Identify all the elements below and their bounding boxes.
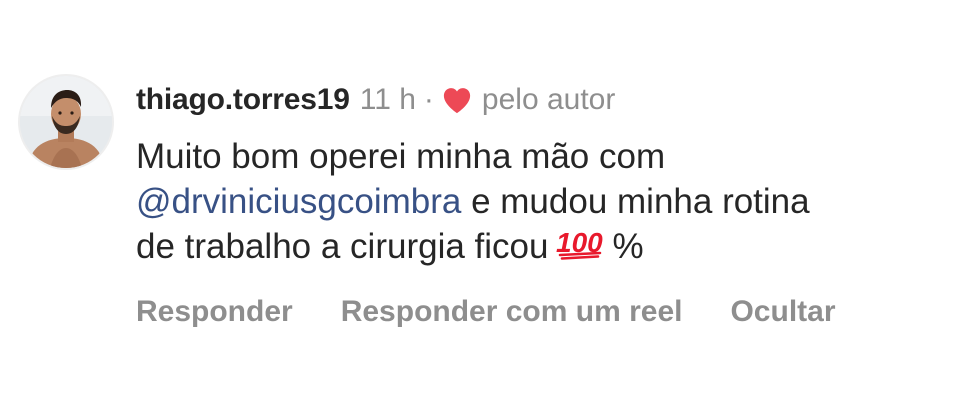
username-link[interactable]: thiago.torres19 [136,83,350,117]
comment-header: thiago.torres19 11 h · pelo autor [136,80,615,120]
liked-by-author-label: pelo autor [481,83,616,116]
comment-line-1: Muito bom operei minha mão com [136,137,666,176]
comment-actions: Responder Responder com um reel Ocultar [136,292,836,332]
hide-button[interactable]: Ocultar [730,295,835,329]
heart-icon [442,86,472,114]
comment-timestamp[interactable]: 11 h [360,83,416,117]
reply-with-reel-button[interactable]: Responder com um reel [341,295,683,329]
avatar-photo-icon [20,76,112,168]
hundred-points-emoji-icon: 100 [556,228,606,260]
avatar[interactable] [20,76,112,168]
mention-link[interactable]: @drviniciusgcoimbra [136,182,461,221]
comment-line-3: de trabalho a cirurgia ficou 100 % [136,224,956,269]
comment-text: Muito bom operei minha mão com @drvinici… [136,134,956,269]
comment-line-3-end: % [612,227,644,266]
comment: thiago.torres19 11 h · pelo autor Muito … [0,0,980,420]
meta-separator: · [423,83,434,116]
comment-line-2-text: e mudou minha rotina [461,182,810,221]
comment-line-3-text: de trabalho a cirurgia ficou [136,227,549,266]
comment-line-2: @drviniciusgcoimbra e mudou minha rotina [136,179,956,224]
reply-button[interactable]: Responder [136,295,293,329]
